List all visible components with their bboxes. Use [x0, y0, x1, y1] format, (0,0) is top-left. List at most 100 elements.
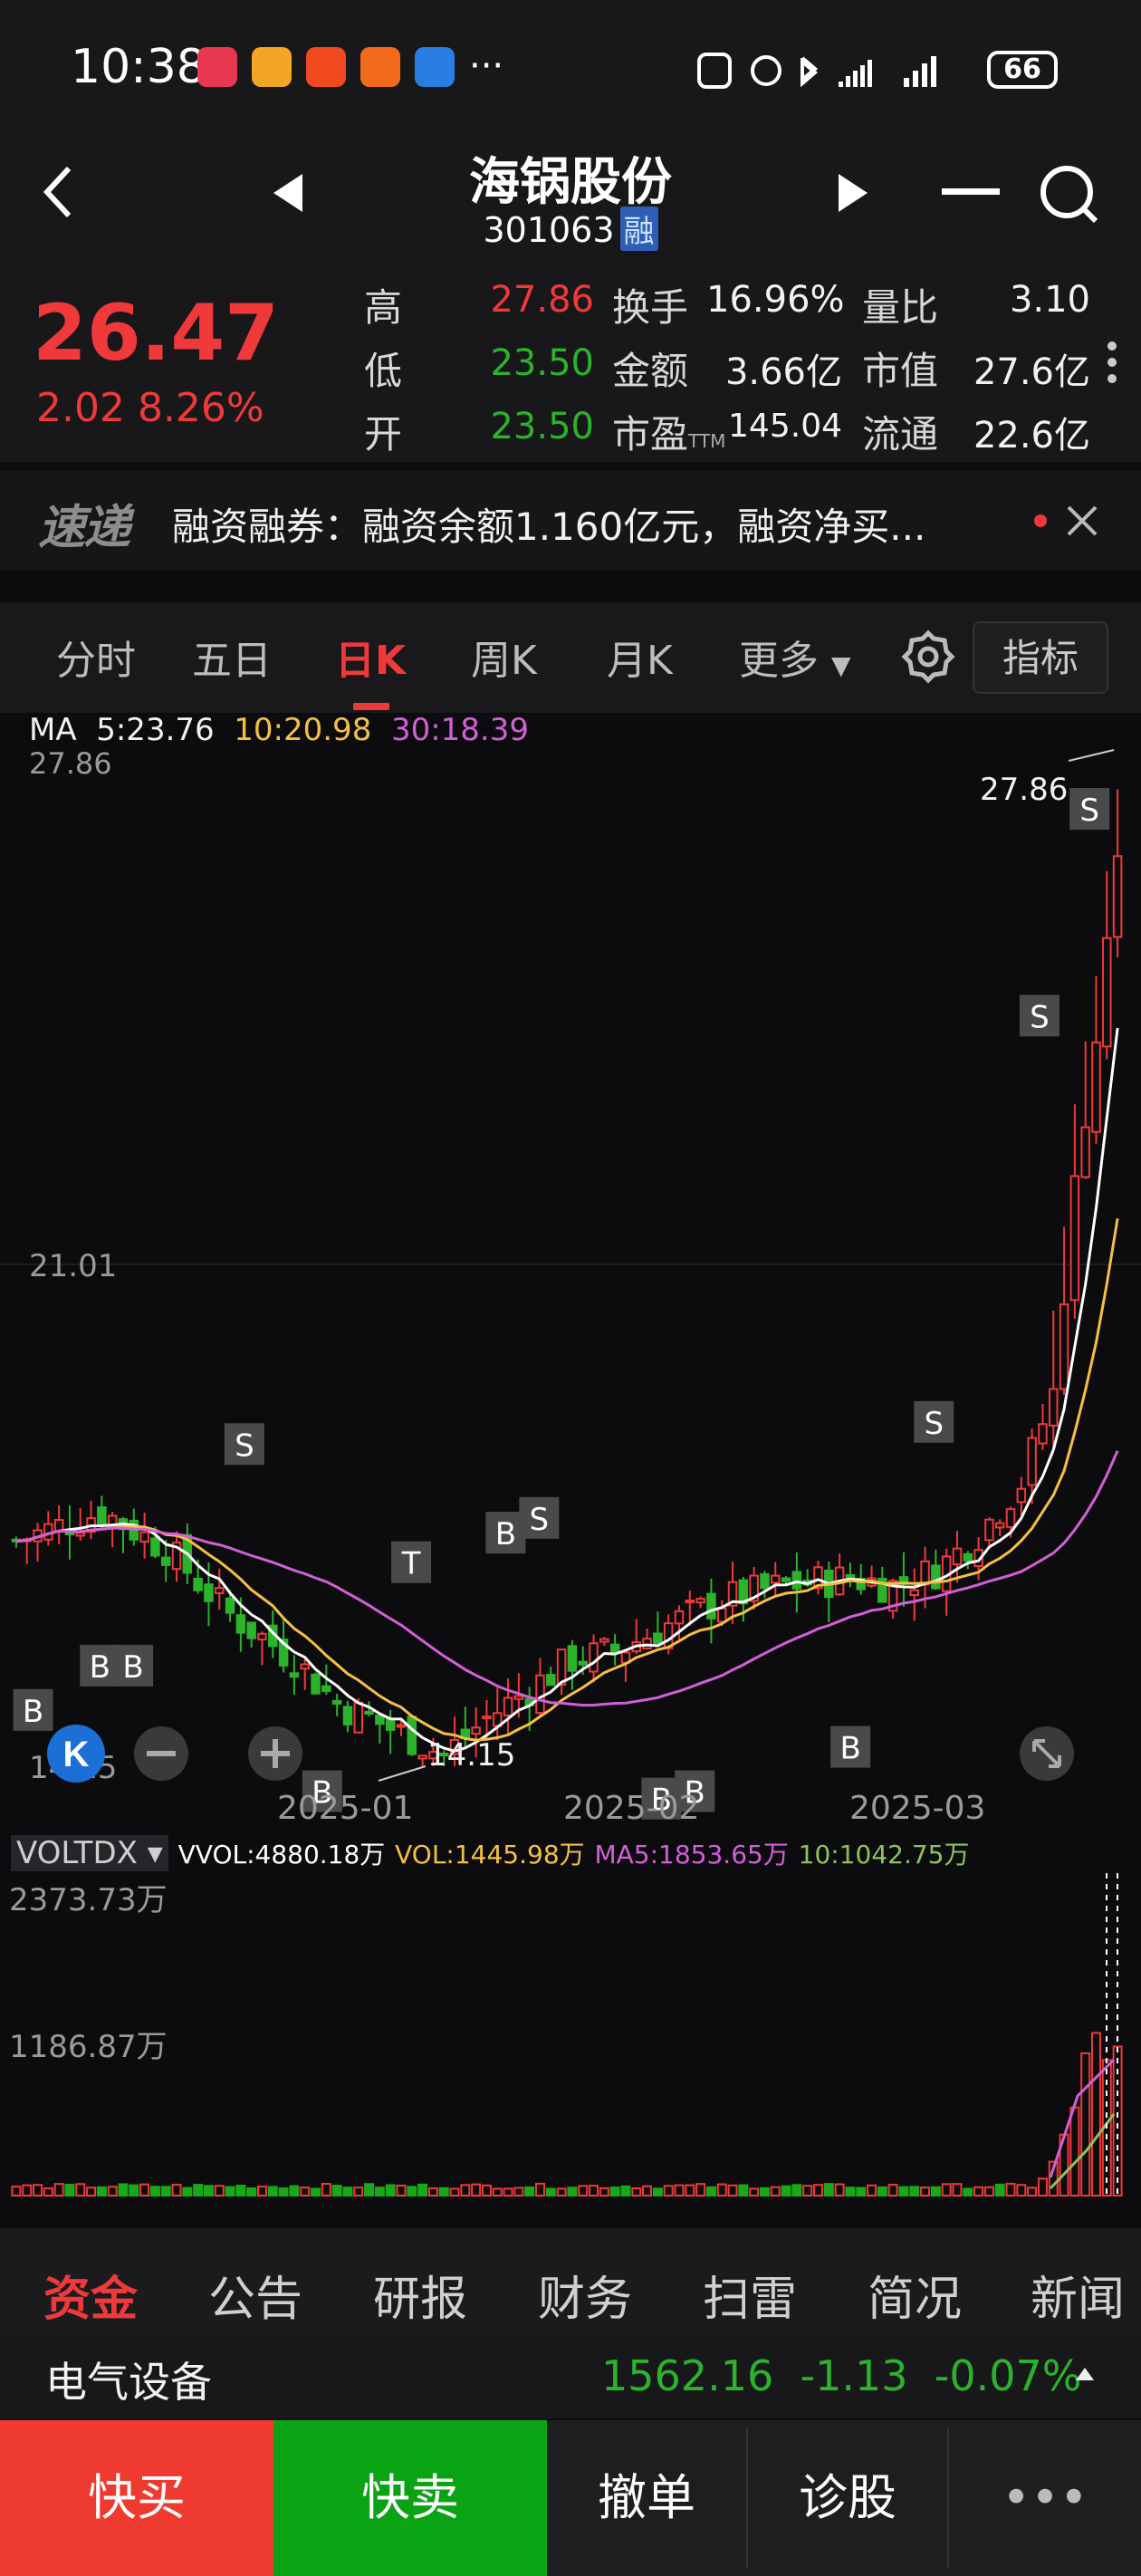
tab-more[interactable]: 更多 ▼: [739, 628, 851, 686]
volume-bar: [321, 2183, 331, 2196]
candle-body: [289, 1672, 300, 1678]
candle-body: [204, 1583, 214, 1602]
ma10-value: 10:20.98: [234, 712, 372, 748]
signal-S: S: [914, 1400, 954, 1443]
volume-bar: [589, 2185, 599, 2196]
volume-bar: [460, 2184, 471, 2196]
volume-bar: [149, 2186, 160, 2197]
candle-body: [1038, 1423, 1048, 1445]
candle-body: [375, 1715, 385, 1725]
y-axis-mid: 21.01: [29, 1248, 118, 1284]
settings-gear-icon[interactable]: [900, 629, 956, 685]
volume-bar: [909, 2186, 920, 2196]
signal-label: B: [90, 1649, 110, 1686]
kline-chart[interactable]: BB BSTBB SB BBSSS: [0, 713, 1141, 1830]
signal-S: S: [519, 1496, 560, 1539]
volume-bar: [705, 2186, 716, 2196]
tab-news[interactable]: 新闻: [1031, 2261, 1125, 2329]
volume-bar: [107, 2186, 118, 2196]
candle-body: [193, 1577, 203, 1591]
volume-bar: [877, 2186, 887, 2197]
candle-body: [609, 1643, 620, 1654]
more-actions-button[interactable]: •••: [949, 2420, 1141, 2576]
volume-bar: [427, 2187, 438, 2197]
candle-body: [1027, 1437, 1037, 1486]
candle-body: [342, 1706, 353, 1725]
pe-value: 145.04: [728, 408, 842, 445]
candle-body: [1112, 855, 1123, 938]
zoom-in-icon[interactable]: [246, 1725, 304, 1783]
volume-bar: [331, 2185, 342, 2196]
k-line-logo-icon[interactable]: K: [43, 1721, 109, 1786]
volume-bar: [609, 2187, 620, 2197]
volume-bar: [620, 2185, 631, 2197]
next-stock-icon[interactable]: [835, 172, 871, 214]
cancel-order-button[interactable]: 撤单: [547, 2420, 746, 2576]
volume-bar: [374, 2187, 385, 2196]
nfc-icon: [697, 53, 732, 89]
search-icon[interactable]: [1038, 163, 1099, 225]
news-text[interactable]: 融资融券：融资余额1.160亿元，融资净买...: [172, 496, 1005, 552]
volume-bar: [267, 2186, 278, 2197]
stock-code: 301063: [483, 210, 615, 250]
candle-body: [235, 1614, 246, 1634]
candle-body: [695, 1598, 705, 1604]
price-change: 2.02 8.26%: [36, 385, 264, 431]
signal-label: T: [401, 1546, 421, 1582]
quick-sell-button[interactable]: 快卖: [273, 2420, 547, 2576]
volume-bar: [631, 2187, 642, 2197]
candle-body: [952, 1547, 963, 1566]
candle-body: [546, 1674, 556, 1687]
candle-body: [984, 1518, 994, 1542]
tab-announcements[interactable]: 公告: [208, 2261, 302, 2329]
signal-label: S: [1030, 999, 1050, 1035]
diagnose-button[interactable]: 诊股: [748, 2420, 947, 2576]
indicator-button[interactable]: 指标: [973, 621, 1108, 694]
ttm-label: TTM: [688, 430, 726, 452]
tab-profile[interactable]: 简况: [868, 2261, 962, 2329]
volume-bar: [642, 2185, 653, 2196]
tab-finance[interactable]: 财务: [538, 2261, 632, 2329]
tab-funds[interactable]: 资金: [43, 2261, 138, 2329]
high-annotation: 27.86: [980, 772, 1069, 808]
volume-bar: [353, 2187, 364, 2197]
quick-buy-button[interactable]: 快买: [0, 2420, 273, 2576]
candle-body: [300, 1663, 310, 1670]
signal-label: S: [530, 1502, 550, 1538]
signal-icon: [839, 56, 936, 87]
signal-S: S: [224, 1423, 264, 1466]
tab-intraday[interactable]: 分时: [56, 628, 136, 686]
stock-name: 海锅股份: [469, 153, 672, 212]
volume-bar: [770, 2186, 781, 2197]
tab-daily-k[interactable]: 日K: [335, 628, 406, 686]
tab-weekly-k[interactable]: 周K: [471, 628, 537, 686]
tab-more-label: 更多: [739, 638, 819, 684]
signal-S: S: [1019, 995, 1060, 1037]
float-cap-label: 流通: [862, 412, 939, 457]
tab-monthly-k[interactable]: 月K: [607, 628, 673, 686]
more-vertical-icon[interactable]: [1107, 341, 1117, 386]
tab-risk-scan[interactable]: 扫雷: [703, 2261, 797, 2329]
pe-label-text: 市盈: [612, 412, 689, 457]
minimize-icon[interactable]: [942, 187, 1002, 199]
volume-bar: [545, 2187, 556, 2196]
tab-research[interactable]: 研报: [373, 2261, 467, 2329]
candle-body: [760, 1572, 770, 1590]
volume-bar: [749, 2187, 760, 2196]
dropdown-icon: ▼: [831, 650, 851, 680]
signal-label: S: [235, 1427, 254, 1464]
zoom-out-icon[interactable]: [132, 1725, 190, 1783]
candle-body: [567, 1645, 578, 1672]
expand-up-icon[interactable]: [1074, 2366, 1096, 2382]
tab-five-day[interactable]: 五日: [192, 628, 272, 686]
volume-bar: [278, 2187, 289, 2196]
taobao-app-icon: [306, 47, 346, 87]
fullscreen-icon[interactable]: [1018, 1725, 1076, 1783]
low-label: 低: [364, 349, 403, 393]
volume-bar: [834, 2183, 845, 2196]
candle-body: [75, 1532, 86, 1537]
volume-bar: [171, 2184, 182, 2196]
volume-bar: [534, 2182, 545, 2197]
close-icon[interactable]: [1065, 504, 1099, 538]
volume-bar: [417, 2183, 428, 2197]
